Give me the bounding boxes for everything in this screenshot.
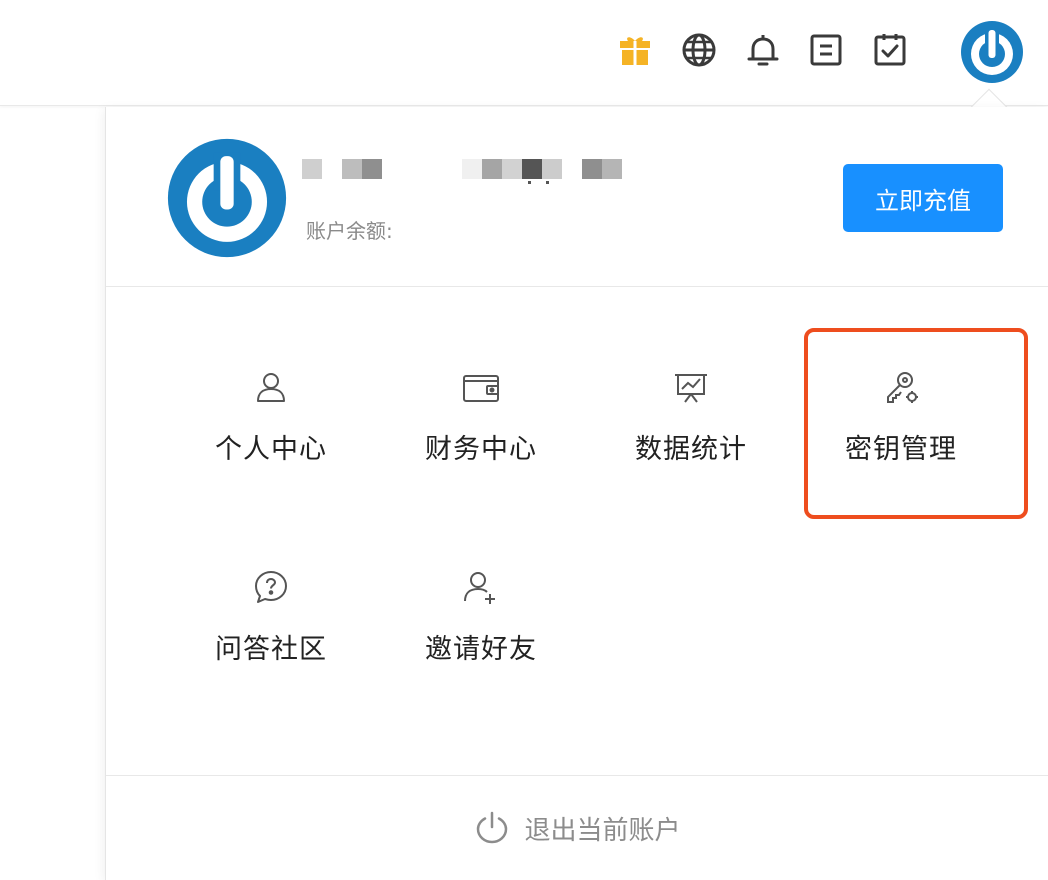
menu-item-invite-friends[interactable]: 邀请好友 xyxy=(376,527,586,667)
user-icon xyxy=(257,373,285,402)
top-bar xyxy=(0,0,1048,106)
username-blurred xyxy=(302,159,632,184)
menu-item-label: 邀请好友 xyxy=(425,634,537,665)
logout-button[interactable]: 退出当前账户 xyxy=(474,810,681,847)
menu-item-qa-community[interactable]: 问答社区 xyxy=(166,527,376,667)
menu-item-label: 密钥管理 xyxy=(845,434,957,465)
gift-button[interactable] xyxy=(613,28,657,72)
recharge-button[interactable]: 立即充值 xyxy=(843,164,1003,232)
logout-section: 退出当前账户 xyxy=(106,775,1048,880)
question-bubble-icon xyxy=(255,571,287,603)
menu-item-key-management[interactable]: 密钥管理 xyxy=(796,327,1006,467)
menu-item-label: 财务中心 xyxy=(425,434,537,465)
user-info-section: 账户余额: 立即充值 xyxy=(106,107,1048,287)
globe-icon xyxy=(682,33,716,67)
balance-label: 账户余额: xyxy=(306,219,393,243)
menu-item-finance-center[interactable]: 财务中心 xyxy=(376,327,586,467)
menu-item-label: 个人中心 xyxy=(215,434,327,465)
power-icon xyxy=(477,811,508,844)
gift-icon xyxy=(620,37,650,65)
wallet-icon xyxy=(463,375,499,402)
chart-board-icon xyxy=(675,374,707,403)
document-button[interactable] xyxy=(804,28,848,72)
notification-button[interactable] xyxy=(741,28,785,72)
logout-label: 退出当前账户 xyxy=(524,815,681,846)
add-user-icon xyxy=(464,572,495,604)
menu-item-label: 数据统计 xyxy=(635,434,747,465)
user-dropdown-panel: 账户余额: 立即充值 个人中心 财务中心 数据统计 密钥管理 问答社区 邀请好友… xyxy=(105,107,1048,880)
key-settings-icon xyxy=(887,372,918,403)
menu-item-personal-center[interactable]: 个人中心 xyxy=(166,327,376,467)
avatar xyxy=(166,137,288,259)
menu-item-data-statistics[interactable]: 数据统计 xyxy=(586,327,796,467)
bell-icon xyxy=(747,35,779,66)
power-avatar-icon xyxy=(961,21,1023,83)
document-icon xyxy=(810,34,842,66)
task-check-icon xyxy=(874,34,906,66)
task-button[interactable] xyxy=(868,28,912,72)
globe-button[interactable] xyxy=(677,28,721,72)
user-avatar-button[interactable] xyxy=(960,20,1024,84)
menu-item-label: 问答社区 xyxy=(215,634,327,665)
power-avatar-icon xyxy=(167,138,287,258)
